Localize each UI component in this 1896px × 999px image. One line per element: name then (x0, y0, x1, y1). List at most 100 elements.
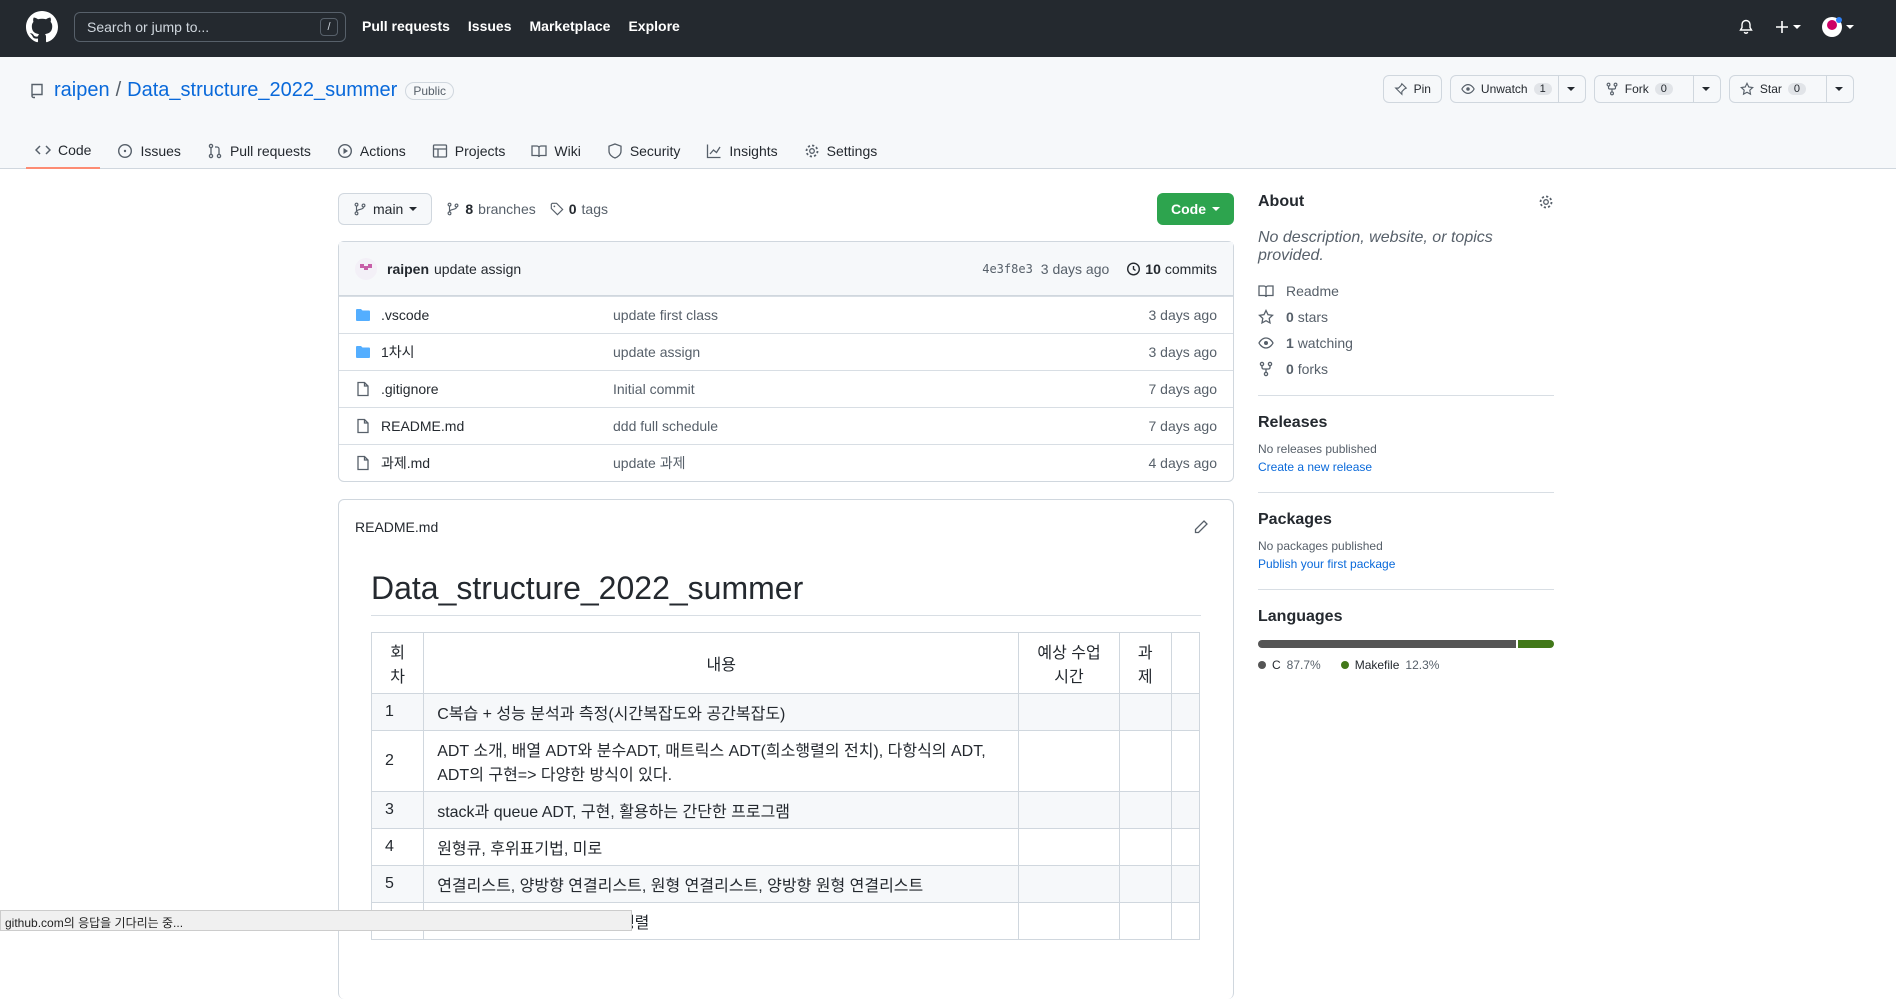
releases-title[interactable]: Releases (1258, 414, 1554, 432)
nav-pull-requests[interactable]: Pull requests (362, 18, 450, 34)
tab-actions[interactable]: Actions (328, 133, 415, 169)
branch-select-button[interactable]: main (338, 193, 433, 225)
repo-header: raipen / Data_structure_2022_summer Publ… (0, 57, 1896, 169)
packages-title[interactable]: Packages (1258, 511, 1554, 529)
file-row[interactable]: README.md ddd full schedule 7 days ago (339, 407, 1233, 444)
tab-wiki[interactable]: Wiki (522, 133, 589, 169)
file-commit-message[interactable]: ddd full schedule (613, 418, 1149, 434)
pencil-icon[interactable] (1193, 519, 1209, 535)
search-input[interactable]: Search or jump to... / (74, 12, 346, 42)
code-button-label: Code (1171, 201, 1206, 217)
repo-name-link[interactable]: Data_structure_2022_summer (127, 79, 397, 102)
nav-marketplace[interactable]: Marketplace (530, 18, 611, 34)
file-commit-message[interactable]: Initial commit (613, 381, 1149, 397)
readme-link[interactable]: Readme (1258, 283, 1554, 299)
tab-code[interactable]: Code (26, 133, 101, 169)
forks-link[interactable]: 0 forks (1258, 361, 1554, 377)
readme-label: Readme (1286, 283, 1339, 299)
divider (1258, 395, 1554, 396)
pin-button[interactable]: Pin (1382, 75, 1442, 103)
tab-settings-label: Settings (826, 143, 878, 159)
file-row[interactable]: .gitignore Initial commit 7 days ago (339, 370, 1233, 407)
fork-icon (1259, 361, 1273, 377)
star-button[interactable]: Star 0 (1728, 75, 1854, 103)
row-content: C복습 + 성능 분석과 측정(시간복잡도와 공간복잡도) (423, 693, 1020, 731)
file-row[interactable]: .vscode update first class 3 days ago (339, 296, 1233, 333)
file-name[interactable]: README.md (381, 418, 464, 434)
forks-label: forks (1297, 361, 1329, 377)
row-number: 1 (370, 693, 425, 731)
commit-sha[interactable]: 4e3f8e3 (982, 262, 1033, 276)
chevron-down-icon (1557, 76, 1575, 102)
row-number: 2 (370, 730, 425, 792)
tags-link[interactable]: 0 tags (550, 201, 608, 217)
nav-issues[interactable]: Issues (468, 18, 512, 34)
file-age: 7 days ago (1148, 381, 1218, 397)
row-content: stack과 queue ADT, 구현, 활용하는 간단한 프로그램 (423, 791, 1020, 829)
tab-security[interactable]: Security (598, 133, 690, 169)
code-download-button[interactable]: Code (1157, 193, 1234, 225)
watching-link[interactable]: 1 watching (1258, 335, 1554, 351)
tab-insights[interactable]: Insights (697, 133, 786, 169)
commits-count[interactable]: 10 (1145, 261, 1161, 277)
fork-icon (1606, 82, 1618, 96)
stars-link[interactable]: 0 stars (1258, 309, 1554, 325)
repo-owner-link[interactable]: raipen (54, 79, 110, 102)
file-icon (355, 455, 371, 471)
commit-author[interactable]: raipen (387, 261, 429, 277)
avatar[interactable] (1821, 16, 1854, 38)
file-icon (355, 381, 371, 397)
file-commit-message[interactable]: update 과제 (613, 453, 1149, 473)
stars-label: stars (1297, 309, 1329, 325)
file-name[interactable]: .vscode (381, 307, 429, 323)
nav-explore[interactable]: Explore (628, 18, 679, 34)
tab-projects[interactable]: Projects (423, 133, 515, 169)
file-name[interactable]: 과제.md (381, 453, 430, 473)
repo-title: raipen / Data_structure_2022_summer Publ… (30, 79, 454, 102)
unwatch-button[interactable]: Unwatch 1 (1449, 75, 1586, 103)
github-logo-icon[interactable] (26, 11, 58, 43)
language-makefile[interactable]: Makefile 12.3% (1340, 658, 1439, 672)
table-header: 과 제 (1118, 632, 1172, 694)
search-placeholder: Search or jump to... (87, 19, 210, 35)
gear-icon (804, 143, 820, 159)
pin-label: Pin (1413, 82, 1431, 96)
chevron-down-icon (409, 207, 418, 211)
readme-title: Data_structure_2022_summer (371, 570, 1201, 616)
file-name[interactable]: 1차시 (381, 342, 415, 362)
chevron-down-icon[interactable] (1692, 76, 1710, 102)
create-release-link[interactable]: Create a new release (1258, 460, 1554, 474)
tab-pull-requests-label: Pull requests (229, 143, 311, 159)
tab-issues[interactable]: Issues (108, 133, 189, 169)
tab-pull-requests[interactable]: Pull requests (198, 133, 320, 169)
commit-message[interactable]: update assign (434, 261, 521, 277)
chevron-down-icon[interactable] (1826, 76, 1843, 102)
branch-name: main (373, 201, 404, 217)
tab-settings[interactable]: Settings (795, 133, 887, 169)
file-age: 3 days ago (1148, 344, 1218, 360)
file-row[interactable]: 과제.md update 과제 4 days ago (339, 444, 1233, 481)
file-row[interactable]: 1차시 update assign 3 days ago (339, 333, 1233, 370)
publish-package-link[interactable]: Publish your first package (1258, 557, 1554, 571)
file-commit-message[interactable]: update assign (613, 344, 1149, 360)
language-c[interactable]: C 87.7% (1258, 658, 1321, 672)
repo-icon (30, 83, 44, 99)
table-icon (432, 143, 448, 159)
avatar[interactable] (355, 257, 377, 280)
table-header: 내용 (423, 632, 1020, 694)
repo-separator: / (115, 79, 122, 101)
eye-icon (1461, 84, 1475, 94)
file-commit-message[interactable]: update first class (613, 307, 1149, 323)
commits-label[interactable]: commits (1165, 261, 1217, 277)
branches-link[interactable]: 8 branches (446, 201, 536, 217)
fork-button[interactable]: Fork 0 (1593, 75, 1721, 103)
file-name[interactable]: .gitignore (381, 381, 439, 397)
plus-icon[interactable] (1774, 19, 1801, 35)
gear-icon[interactable] (1538, 194, 1554, 210)
row-number: 5 (370, 865, 425, 903)
commit-age: 3 days ago (1040, 260, 1110, 277)
table-header: 예상 수업 시간 (1018, 632, 1120, 694)
tag-icon (550, 202, 564, 216)
bell-icon[interactable] (1738, 19, 1754, 35)
table-header (1170, 632, 1201, 694)
